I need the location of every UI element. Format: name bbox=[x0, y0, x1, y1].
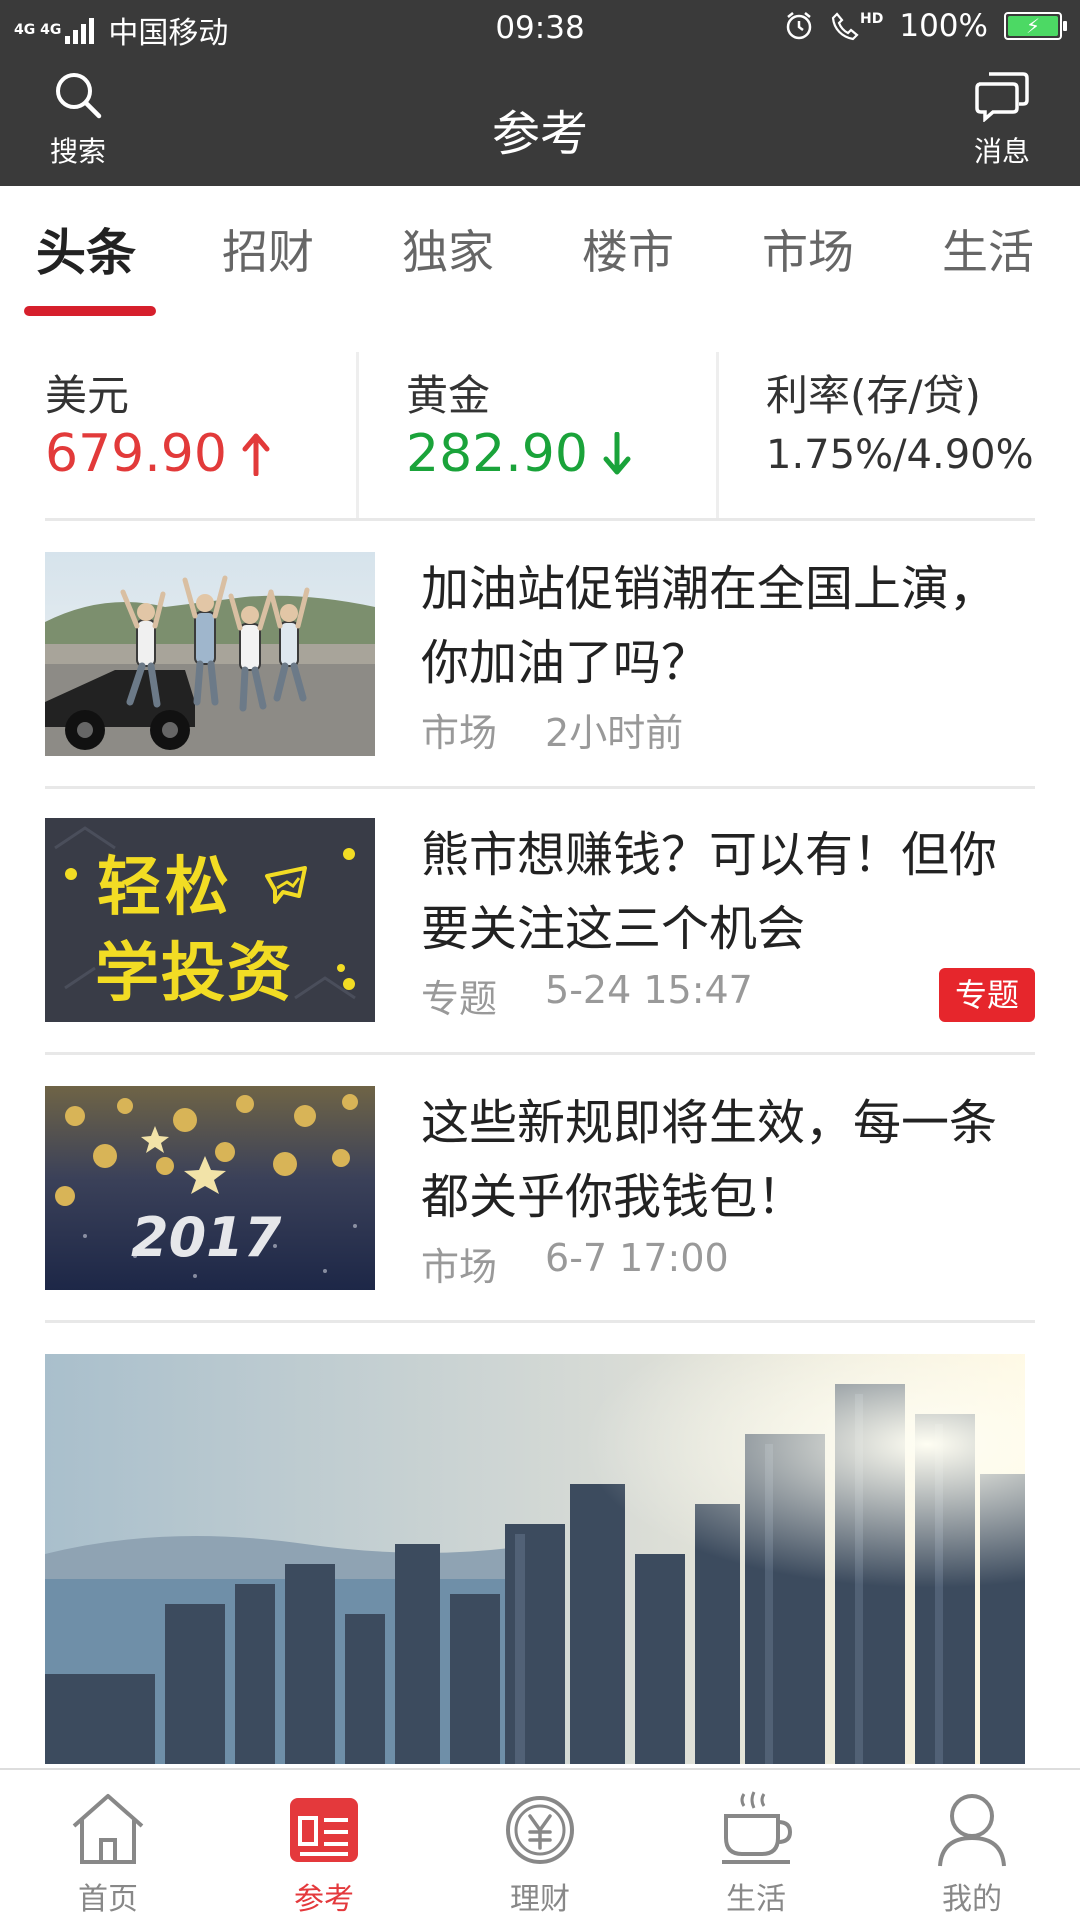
news-category: 市场 bbox=[421, 711, 498, 755]
alarm-icon bbox=[786, 12, 812, 40]
message-label: 消息 bbox=[973, 135, 1030, 168]
news-thumbnail: 2017 bbox=[45, 1086, 375, 1290]
nav-label: 首页 bbox=[78, 1882, 138, 1917]
gold-value: 282.90 bbox=[406, 424, 588, 484]
cup-icon bbox=[722, 1791, 793, 1864]
chat-bubble-icon bbox=[975, 72, 1029, 123]
tab-market[interactable]: 市场 bbox=[762, 216, 854, 282]
charging-icon: ⚡ bbox=[1026, 14, 1041, 38]
nav-label: 理财 bbox=[510, 1882, 570, 1917]
market-usd[interactable]: 美元 679.90 bbox=[45, 352, 355, 520]
nav-reference[interactable]: 参考 bbox=[216, 1788, 432, 1918]
category-tabs: 头条 招财 独家 楼市 市场 生活 bbox=[0, 186, 1080, 320]
status-right: HD 100% ⚡ bbox=[784, 8, 1067, 44]
nav-home[interactable]: 首页 bbox=[0, 1788, 216, 1918]
news-meta: 专题 5-24 15:47 bbox=[421, 968, 753, 1023]
tab-property[interactable]: 楼市 bbox=[582, 216, 674, 282]
page-title: 参考 bbox=[491, 106, 588, 162]
people-jumping-image bbox=[45, 552, 375, 756]
news-icon bbox=[290, 1798, 358, 1862]
nav-label: 我的 bbox=[942, 1882, 1002, 1917]
market-ticker: 美元 679.90 黄金 282.90 利率(存/贷) 1.75%/4.90% bbox=[0, 352, 1080, 520]
news-category: 市场 bbox=[421, 1245, 498, 1289]
news-item[interactable]: 2017 这些新规即将生效，每一条都关乎你我钱包！ 市场 6-7 17:00 bbox=[45, 1086, 1035, 1290]
news-meta: 市场 2小时前 bbox=[421, 702, 683, 757]
news-category: 专题 bbox=[421, 977, 498, 1021]
topic-badge: 专题 bbox=[939, 968, 1035, 1022]
news-time: 6-7 17:00 bbox=[545, 1236, 729, 1280]
bottom-navigation: 首页 参考 理财 生活 我的 bbox=[0, 1768, 1080, 1920]
news-title: 熊市想赚钱？可以有！但你要关注这三个机会 bbox=[421, 827, 998, 957]
arrow-down-icon bbox=[603, 432, 631, 475]
nav-profile[interactable]: 我的 bbox=[864, 1788, 1080, 1918]
battery-percent: 100% bbox=[899, 8, 988, 44]
market-gold[interactable]: 黄金 282.90 bbox=[406, 352, 706, 520]
market-value: 282.90 bbox=[406, 424, 632, 484]
arrow-up-icon bbox=[242, 433, 270, 476]
nav-finance[interactable]: 理财 bbox=[432, 1788, 648, 1918]
user-icon bbox=[938, 1794, 1006, 1867]
news-time: 2小时前 bbox=[545, 711, 684, 755]
divider bbox=[716, 352, 719, 520]
nav-label: 参考 bbox=[294, 1882, 354, 1917]
divider bbox=[45, 1320, 1035, 1323]
news-time: 5-24 15:47 bbox=[545, 968, 753, 1012]
market-label: 黄金 bbox=[406, 371, 491, 420]
usd-value: 679.90 bbox=[45, 424, 227, 484]
active-tab-indicator bbox=[24, 306, 156, 316]
battery-icon: ⚡ bbox=[1004, 12, 1067, 40]
news-meta: 市场 6-7 17:00 bbox=[421, 1236, 729, 1291]
market-label: 利率(存/贷) bbox=[766, 371, 981, 420]
thumb-year-text: 2017 bbox=[131, 1206, 282, 1269]
divider bbox=[356, 352, 359, 520]
market-label: 美元 bbox=[45, 371, 130, 420]
news-thumbnail: 轻松 学投资 bbox=[45, 818, 375, 1022]
app-header: 搜索 参考 消息 bbox=[0, 58, 1080, 186]
phone-call-icon bbox=[831, 12, 859, 41]
tab-life[interactable]: 生活 bbox=[942, 216, 1034, 282]
message-button[interactable]: 消息 bbox=[942, 68, 1062, 170]
divider bbox=[45, 518, 1035, 521]
news-thumbnail bbox=[45, 552, 375, 756]
home-icon bbox=[72, 1794, 144, 1864]
nav-label: 生活 bbox=[726, 1882, 786, 1917]
status-bar: 4G 4G 中国移动 09:38 HD 100% ⚡ bbox=[0, 0, 1080, 58]
thumb-caption-line1: 轻松 bbox=[97, 851, 233, 925]
battery-fill: ⚡ bbox=[1008, 14, 1058, 38]
volte-label: HD bbox=[860, 11, 884, 27]
volte-indicator: HD bbox=[830, 11, 883, 41]
thumb-caption-line2: 学投资 bbox=[95, 937, 293, 1011]
news-item[interactable]: 加油站促销潮在全国上演，你加油了吗？ 市场 2小时前 bbox=[45, 552, 1035, 756]
market-rate[interactable]: 利率(存/贷) 1.75%/4.90% bbox=[766, 352, 1066, 520]
tab-exclusive[interactable]: 独家 bbox=[402, 216, 494, 282]
divider bbox=[45, 786, 1035, 789]
yuan-coin-icon bbox=[506, 1796, 574, 1864]
nav-life[interactable]: 生活 bbox=[648, 1788, 864, 1918]
news-title: 加油站促销潮在全国上演，你加油了吗？ bbox=[421, 561, 998, 691]
news-item[interactable]: 轻松 学投资 熊市想赚钱？可以有！但你要关注这三个机会 专题 5-24 15:4… bbox=[45, 818, 1035, 1022]
market-value: 679.90 bbox=[45, 424, 271, 484]
divider bbox=[45, 1052, 1035, 1055]
news-title: 这些新规即将生效，每一条都关乎你我钱包！ bbox=[421, 1095, 998, 1225]
city-skyline-image bbox=[45, 1354, 1025, 1764]
feature-banner[interactable] bbox=[45, 1354, 1025, 1764]
tab-headlines[interactable]: 头条 bbox=[36, 213, 136, 285]
tab-wealth[interactable]: 招财 bbox=[222, 216, 314, 282]
rate-value: 1.75%/4.90% bbox=[766, 432, 1034, 478]
